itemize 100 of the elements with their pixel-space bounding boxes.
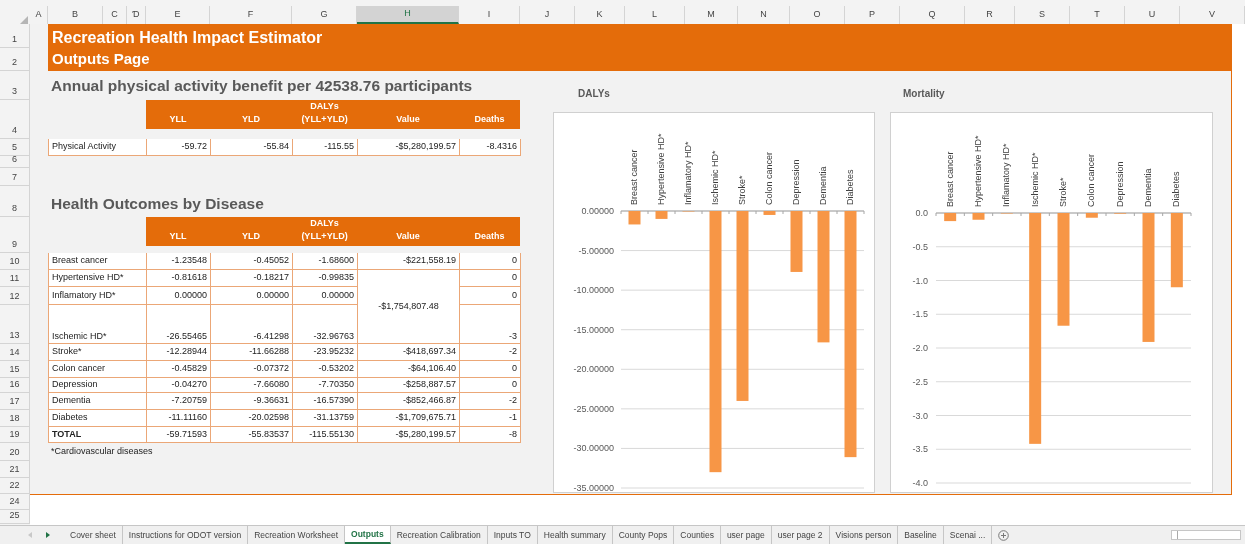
- table-cell: -0.53202: [293, 361, 358, 378]
- table-cell: -$852,466.87: [358, 393, 460, 410]
- table-cell: -0.99835: [293, 270, 358, 287]
- sheet-tab[interactable]: user page 2: [771, 526, 830, 544]
- category-label: Inflamatory HD*: [1001, 143, 1012, 207]
- sheet-tab[interactable]: Recreation Calibration: [390, 526, 488, 544]
- axis-label: 0.00000: [581, 206, 614, 216]
- table-cell: -7.70350: [293, 378, 358, 393]
- axis-label: -3.0: [912, 410, 928, 421]
- table-cell: Diabetes: [49, 410, 147, 427]
- category-label: Stroke*: [736, 175, 747, 205]
- table-cell: -55.83537: [211, 427, 293, 443]
- chart-title: DALYs: [578, 87, 610, 101]
- category-label: Breast cancer: [628, 149, 639, 205]
- table-cell: -8: [460, 427, 521, 443]
- table-cell: -59.72: [147, 139, 211, 156]
- table-cell: 0: [460, 270, 521, 287]
- table-cell: -0.81618: [147, 270, 211, 287]
- axis-label: -4.0: [912, 478, 928, 488]
- sheet-tab[interactable]: Health summary: [537, 526, 613, 544]
- table-cell: Breast cancer: [49, 253, 147, 270]
- sheet-tab[interactable]: Scenai ...: [943, 526, 993, 544]
- table-cell: -115.55130: [293, 427, 358, 443]
- category-label: Hypertensive HD*: [655, 133, 666, 205]
- axis-label: -2.5: [912, 376, 928, 387]
- page-subtitle: Outputs Page: [51, 49, 151, 70]
- table-cell: -$5,280,199.57: [358, 427, 460, 443]
- table-cell: -9.36631: [211, 393, 293, 410]
- table-cell: Physical Activity: [49, 139, 147, 156]
- axis-label: 0.0: [915, 208, 928, 218]
- sheet-tab[interactable]: Outputs: [345, 526, 391, 544]
- sheet-tab[interactable]: Visions person: [829, 526, 899, 544]
- category-label: Dementia: [1142, 168, 1153, 207]
- table-cell: -3: [460, 305, 521, 344]
- axis-label: -10.00000: [573, 285, 614, 296]
- category-label: Colon cancer: [763, 151, 774, 205]
- table-cell: Depression: [49, 378, 147, 393]
- column-heading: DALYs (YLL+YLD): [292, 100, 357, 129]
- axis-label: -5.00000: [578, 245, 614, 256]
- table-cell: -8.4316: [460, 139, 521, 156]
- table-cell: Colon cancer: [49, 361, 147, 378]
- category-label: Depression: [1114, 161, 1125, 207]
- table-cell: 0: [460, 378, 521, 393]
- table-cell: -$258,887.57: [358, 378, 460, 393]
- table-cell: -$1,754,807.48: [358, 270, 460, 344]
- add-sheet-icon[interactable]: [998, 529, 1010, 541]
- table-cell: TOTAL: [49, 427, 147, 443]
- table-cell: Ischemic HD*: [49, 305, 147, 344]
- sheet-tab[interactable]: Counties: [674, 526, 721, 544]
- table-cell: -6.41298: [211, 305, 293, 344]
- category-label: Inflamatory HD*: [682, 141, 693, 205]
- page-title: Recreation Health Impact Estimator: [51, 28, 324, 48]
- sheet-tab[interactable]: County Pops: [612, 526, 675, 544]
- sheet-tab[interactable]: Baseline: [898, 526, 944, 544]
- table-cell: -7.20759: [147, 393, 211, 410]
- horizontal-scrollbar[interactable]: [1171, 530, 1241, 540]
- scroll-left-icon[interactable]: [28, 532, 32, 538]
- column-heading: YLL: [146, 217, 210, 246]
- axis-label: -0.5: [912, 241, 928, 252]
- table-cell: -115.55: [293, 139, 358, 156]
- category-label: Depression: [790, 159, 801, 205]
- sheet-tab[interactable]: Cover sheet: [64, 526, 123, 544]
- table-cell: -2: [460, 344, 521, 361]
- bar: [972, 213, 985, 220]
- axis-label: -1.0: [912, 275, 928, 286]
- section-heading: Health Outcomes by Disease: [51, 193, 264, 214]
- sheet-tab[interactable]: Instructions for ODOT version: [122, 526, 249, 544]
- column-heading: Value: [357, 217, 459, 246]
- column-heading: DALYs (YLL+YLD): [292, 217, 357, 246]
- bar: [628, 211, 641, 225]
- column-heading: Value: [357, 100, 459, 129]
- table-cell: 0: [460, 253, 521, 270]
- sheet-tab[interactable]: user page: [720, 526, 772, 544]
- table-cell: 0: [460, 287, 521, 305]
- axis-label: -20.00000: [573, 364, 614, 375]
- table-cell: -0.04270: [147, 378, 211, 393]
- table-cell: -31.13759: [293, 410, 358, 427]
- table-cell: -59.71593: [147, 427, 211, 443]
- table-cell: -26.55465: [147, 305, 211, 344]
- table-cell: 0.00000: [211, 287, 293, 305]
- axis-label: -1.5: [912, 309, 928, 320]
- axis-label: -35.00000: [573, 483, 614, 493]
- table-cell: -$5,280,199.57: [358, 139, 460, 156]
- table-cell: Dementia: [49, 393, 147, 410]
- chart-title: Mortality: [903, 87, 945, 101]
- table-cell: -$418,697.34: [358, 344, 460, 361]
- category-label: Ischemic HD*: [1029, 152, 1040, 207]
- table-cell: 0: [460, 361, 521, 378]
- table-cell: -0.18217: [211, 270, 293, 287]
- table-cell: -11.11160: [147, 410, 211, 427]
- sheet-tab[interactable]: Inputs TO: [487, 526, 538, 544]
- table-cell: -1: [460, 410, 521, 427]
- scroll-right-icon[interactable]: [46, 532, 50, 538]
- column-header[interactable]: H: [357, 6, 459, 24]
- footnote: *Cardiovascular diseases: [51, 445, 153, 459]
- table-cell: -1.68600: [293, 253, 358, 270]
- bar: [790, 211, 803, 272]
- column-heading: YLD: [210, 217, 292, 246]
- category-label: Stroke*: [1057, 177, 1068, 207]
- axis-label: -25.00000: [573, 403, 614, 414]
